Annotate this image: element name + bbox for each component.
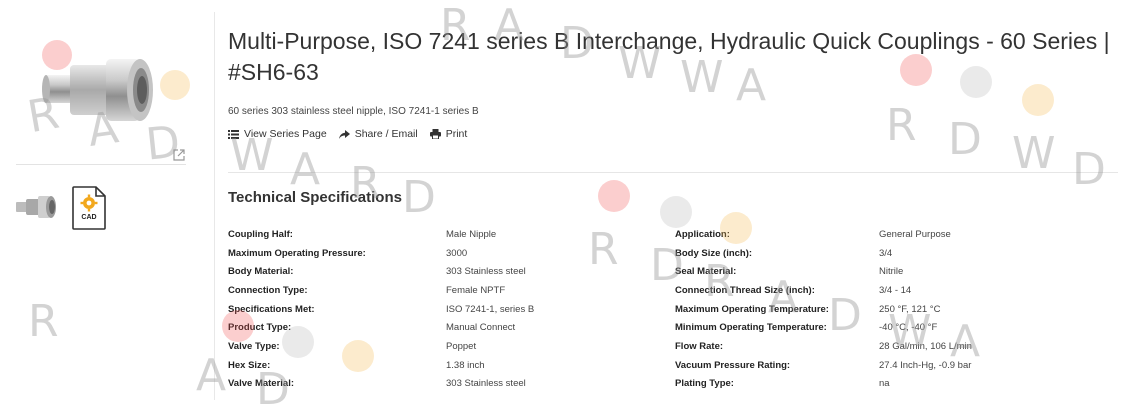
view-series-link[interactable]: View Series Page	[228, 128, 327, 140]
spec-value: 303 Stainless steel	[446, 266, 526, 278]
thumbnail-cad[interactable]: CAD	[72, 186, 106, 230]
spec-label: Connection Type:	[228, 284, 308, 296]
gallery-divider	[16, 164, 186, 165]
list-icon	[228, 129, 239, 139]
external-link-icon[interactable]	[172, 148, 186, 162]
spec-label: Product Type:	[228, 322, 292, 334]
spec-value: 27.4 Inch-Hg, -0.9 bar	[879, 359, 972, 371]
spec-value: Male Nipple	[446, 228, 497, 240]
spec-row: Product Type: Manual Connect Minimum Opera…	[228, 318, 1108, 337]
page-title: Multi-Purpose, ISO 7241 series B Interch…	[228, 28, 1110, 85]
thumbnail-product[interactable]	[14, 193, 58, 221]
spec-row: Connection Type: Female NPTF Connection Th…	[228, 281, 1108, 300]
spec-row: Coupling Half: Male Nipple Application: Gen…	[228, 225, 1108, 244]
spec-heading: Technical Specifications	[228, 189, 402, 206]
share-label: Share / Email	[354, 128, 418, 140]
product-subtitle: 60 series 303 stainless steel nipple, IS…	[228, 106, 479, 117]
spec-label: Minimum Operating Temperature:	[675, 322, 827, 334]
spec-row: Hex Size: 1.38 inch Vacuum Pressure Rating…	[228, 356, 1108, 375]
share-icon	[338, 129, 350, 139]
spec-value: Female NPTF	[446, 284, 506, 296]
watermark-letter: D	[402, 172, 436, 223]
print-icon	[429, 129, 441, 139]
spec-value: General Purpose	[879, 228, 951, 240]
spec-row: Maximum Operating Pressure: 3000 Body Size…	[228, 244, 1108, 263]
cad-label: CAD	[81, 214, 97, 221]
watermark-letter: A	[290, 144, 321, 195]
spec-row: Valve Type: Poppet Flow Rate: 28 Gal/min, 1…	[228, 337, 1108, 356]
watermark-letter: D	[1072, 144, 1106, 195]
spec-value: 3/4	[879, 247, 893, 259]
spec-label: Seal Material:	[675, 266, 737, 278]
watermark-letter: R	[886, 100, 917, 151]
print-label: Print	[445, 128, 468, 140]
watermark-dot	[660, 196, 692, 228]
product-image[interactable]	[40, 45, 158, 137]
share-link[interactable]: Share / Email	[338, 128, 418, 140]
spec-value: 1.38 inch	[446, 359, 485, 371]
spec-label: Flow Rate:	[675, 340, 724, 352]
watermark-dot	[1022, 84, 1054, 116]
spec-value: 3/4 - 14	[879, 284, 912, 296]
spec-value: -40 °C, -40 °F	[879, 322, 938, 334]
action-bar: View Series Page Share / Email Print	[228, 128, 467, 140]
spec-label: Vacuum Pressure Rating:	[675, 359, 791, 371]
view-series-label: View Series Page	[244, 128, 327, 140]
spec-value: Poppet	[446, 340, 477, 352]
spec-label: Valve Material:	[228, 378, 295, 390]
watermark-dot	[598, 180, 630, 212]
spec-value: 303 Stainless steel	[446, 378, 526, 390]
print-link[interactable]: Print	[429, 128, 468, 140]
spec-label: Maximum Operating Pressure:	[228, 247, 366, 259]
spec-table: Coupling Half: Male Nipple Application: Gen…	[228, 225, 1108, 393]
image-gallery: CAD	[0, 0, 200, 400]
spec-row: Specifications Met: ISO 7241-1, series B M…	[228, 300, 1108, 319]
spec-value: Manual Connect	[446, 322, 516, 334]
spec-value: Nitrile	[879, 266, 904, 278]
spec-label: Coupling Half:	[228, 228, 293, 240]
column-divider	[214, 12, 215, 400]
spec-row: Body Material: 303 Stainless steel Seal Ma…	[228, 262, 1108, 281]
spec-row: Valve Material: 303 Stainless steel Platin…	[228, 375, 1108, 394]
spec-value: 28 Gal/min, 106 L/min	[879, 340, 972, 352]
spec-value: na	[879, 378, 890, 390]
watermark-letter: D	[948, 114, 982, 165]
spec-value: 3000	[446, 247, 468, 259]
spec-value: ISO 7241-1, series B	[446, 303, 535, 315]
spec-label: Body Size (inch):	[675, 247, 753, 259]
section-divider	[228, 172, 1118, 173]
spec-label: Body Material:	[228, 266, 294, 278]
spec-label: Connection Thread Size (inch):	[675, 284, 815, 296]
spec-label: Hex Size:	[228, 359, 271, 371]
watermark-letter: A	[196, 350, 227, 401]
cad-file-icon	[72, 186, 106, 230]
spec-value: 250 °F, 121 °C	[879, 303, 941, 315]
spec-label: Specifications Met:	[228, 303, 315, 315]
spec-label: Plating Type:	[675, 378, 734, 390]
spec-label: Maximum Operating Temperature:	[675, 303, 829, 315]
spec-label: Valve Type:	[228, 340, 280, 352]
spec-label: Application:	[675, 228, 730, 240]
